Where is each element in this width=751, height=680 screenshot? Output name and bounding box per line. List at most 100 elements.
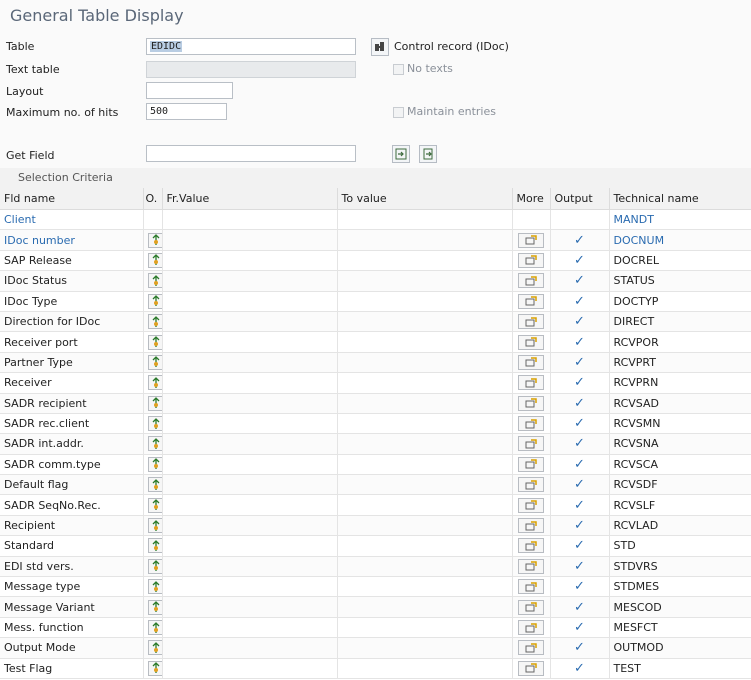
row-from-value[interactable] [162,596,338,618]
row-option-cell[interactable] [143,658,163,679]
selection-option-icon[interactable] [147,416,161,432]
selection-option-icon[interactable] [147,314,161,330]
row-output-cell[interactable]: ✓ [550,474,610,496]
row-to-value[interactable] [337,291,513,312]
row-output-cell[interactable]: ✓ [550,229,610,251]
col-fr-value[interactable]: Fr.Value [162,188,338,210]
checkmark-icon[interactable]: ✓ [555,518,605,533]
row-from-value[interactable] [162,576,338,598]
checkmark-icon[interactable]: ✓ [555,416,605,431]
row-output-cell[interactable] [550,209,610,231]
row-option-cell[interactable] [143,291,163,312]
row-to-value[interactable] [337,352,513,374]
selection-option-icon[interactable] [147,477,161,493]
multiple-selection-icon[interactable] [518,334,544,350]
selection-option-icon[interactable] [147,436,161,452]
multiple-selection-icon[interactable] [518,354,544,370]
row-from-value[interactable] [162,413,338,435]
col-output[interactable]: Output [550,188,610,210]
row-from-value[interactable] [162,454,338,476]
row-option-cell[interactable] [143,331,163,353]
checkmark-icon[interactable]: ✓ [555,498,605,513]
multiple-selection-icon[interactable] [518,497,544,513]
row-output-cell[interactable]: ✓ [550,331,610,353]
checkmark-icon[interactable]: ✓ [555,559,605,574]
row-from-value[interactable] [162,494,338,516]
multiple-selection-icon[interactable] [518,620,544,635]
checkmark-icon[interactable]: ✓ [555,233,605,248]
selection-option-icon[interactable] [147,518,161,534]
multiple-selection-icon[interactable] [518,640,544,656]
multiple-selection-icon[interactable] [518,456,544,472]
multiple-selection-icon[interactable] [518,660,544,676]
row-option-cell[interactable] [143,617,163,639]
selection-option-icon[interactable] [147,375,161,391]
row-from-value[interactable] [162,474,338,496]
row-from-value[interactable] [162,637,338,659]
row-from-value[interactable] [162,658,338,679]
multiple-selection-icon[interactable] [518,416,544,432]
row-option-cell[interactable] [143,454,163,476]
selection-option-icon[interactable] [147,273,161,289]
selection-option-icon[interactable] [147,497,161,513]
row-to-value[interactable] [337,617,513,639]
row-option-cell[interactable] [143,637,163,659]
row-from-value[interactable] [162,250,338,272]
selection-option-icon[interactable] [147,558,161,574]
row-output-cell[interactable]: ✓ [550,433,610,455]
row-to-value[interactable] [337,433,513,455]
multiple-selection-icon[interactable] [518,375,544,391]
selection-option-icon[interactable] [147,334,161,350]
checkmark-icon[interactable]: ✓ [555,477,605,492]
selection-option-icon[interactable] [147,456,161,472]
row-from-value[interactable] [162,331,338,353]
multiple-selection-icon[interactable] [518,273,544,289]
row-from-value[interactable] [162,229,338,251]
row-option-cell[interactable] [143,494,163,516]
col-to-value[interactable]: To value [337,188,513,210]
row-to-value[interactable] [337,413,513,435]
multiple-selection-icon[interactable] [518,579,544,595]
row-output-cell[interactable]: ✓ [550,617,610,639]
checkmark-icon[interactable]: ✓ [555,579,605,594]
row-from-value[interactable] [162,433,338,455]
multiple-selection-icon[interactable] [518,395,544,411]
row-to-value[interactable] [337,576,513,598]
row-to-value[interactable] [337,515,513,537]
checkmark-icon[interactable]: ✓ [555,661,605,676]
row-to-value[interactable] [337,637,513,659]
row-output-cell[interactable]: ✓ [550,535,610,557]
selection-option-icon[interactable] [147,579,161,595]
checkmark-icon[interactable]: ✓ [555,396,605,411]
checkmark-icon[interactable]: ✓ [555,273,605,288]
row-to-value[interactable] [337,250,513,272]
selection-option-icon[interactable] [147,640,161,656]
multiple-selection-icon[interactable] [518,314,544,330]
multiple-selection-icon[interactable] [518,518,544,534]
row-from-value[interactable] [162,535,338,557]
selection-option-icon[interactable] [147,395,161,411]
checkmark-icon[interactable]: ✓ [555,375,605,390]
selection-option-icon[interactable] [147,354,161,370]
row-output-cell[interactable]: ✓ [550,596,610,618]
row-option-cell[interactable] [143,596,163,618]
row-to-value[interactable] [337,535,513,557]
row-output-cell[interactable]: ✓ [550,393,610,414]
row-to-value[interactable] [337,372,513,394]
row-to-value[interactable] [337,454,513,476]
max-hits-input[interactable]: 500 [146,103,227,120]
row-option-cell[interactable] [143,393,163,414]
row-output-cell[interactable]: ✓ [550,658,610,679]
row-from-value[interactable] [162,291,338,312]
row-to-value[interactable] [337,596,513,618]
row-to-value[interactable] [337,270,513,292]
row-option-cell[interactable] [143,413,163,435]
multiple-selection-icon[interactable] [518,436,544,452]
row-option-cell[interactable] [143,515,163,537]
row-option-cell[interactable] [143,433,163,455]
row-to-value[interactable] [337,331,513,353]
layout-input[interactable] [146,82,233,99]
control-record-icon[interactable] [371,38,389,56]
checkmark-icon[interactable]: ✓ [555,538,605,553]
row-option-cell[interactable] [143,229,163,251]
